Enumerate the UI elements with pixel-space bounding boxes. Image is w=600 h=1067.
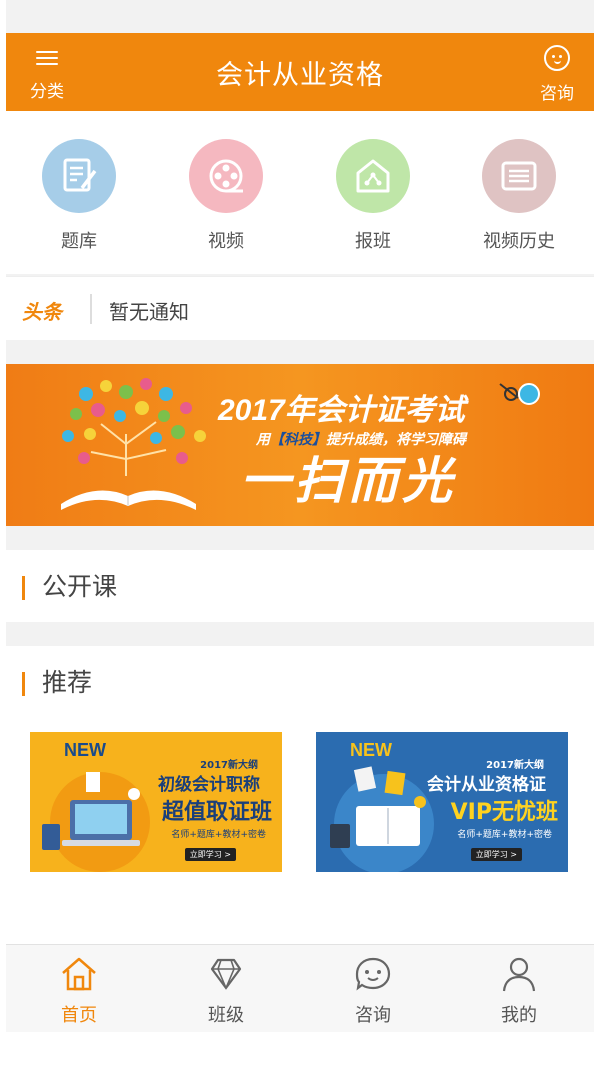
headline-text: 暂无通知 — [109, 300, 189, 324]
tab-label: 咨询 — [355, 1005, 391, 1026]
page-title: 会计从业资格 — [216, 60, 384, 91]
open-course-title[interactable]: 公开课 — [22, 572, 117, 602]
banner-subtitle-highlight: 【科技】 — [270, 431, 326, 448]
open-book-icon — [61, 490, 196, 510]
recommend-title: 推荐 — [22, 668, 92, 698]
tab-mine[interactable]: 我的 — [464, 955, 574, 1027]
recommend-section: 推荐 NEW 2017新大纲 初级会计职称 超值取证班 名师+题库+教材+密卷 … — [6, 646, 594, 944]
new-badge: NEW — [64, 740, 106, 760]
tab-label: 我的 — [501, 1005, 537, 1026]
quick-nav-label: 题库 — [61, 231, 97, 252]
compass-pen-icon — [499, 383, 540, 405]
consult-button[interactable]: 咨询 — [530, 43, 584, 104]
consult-label: 咨询 — [540, 84, 574, 104]
tab-home[interactable]: 首页 — [24, 955, 134, 1027]
banner-title: 2017年会计证考试 — [217, 394, 470, 427]
card-course-name: 初级会计职称 — [158, 775, 260, 795]
quick-nav-question-bank[interactable]: 题库 — [24, 139, 134, 253]
home-icon — [62, 957, 96, 991]
banner-artwork: 2017年会计证考试 用【科技】提升成绩，将学习障碍 一扫而光 — [61, 378, 540, 510]
card-features: 名师+题库+教材+密卷 — [171, 830, 266, 840]
recommend-card[interactable]: NEW 2017新大纲 会计从业资格证 VIP无忧班 名师+题库+教材+密卷 立… — [316, 732, 568, 872]
quick-nav-label: 视频历史 — [483, 231, 555, 252]
bottom-spacer — [6, 1032, 594, 1067]
card-year: 2017新大纲 — [200, 760, 258, 771]
banner-slogan: 一扫而光 — [240, 452, 457, 510]
quick-nav: 题库 视频 报班 视频历史 — [6, 111, 594, 274]
question-bank-icon — [42, 139, 116, 213]
headline-ticker[interactable]: 头条 暂无通知 — [6, 276, 594, 340]
tab-class[interactable]: 班级 — [171, 955, 281, 1027]
banner-subtitle: 用【科技】提升成绩，将学习障碍 — [255, 431, 468, 448]
card-course-name: 会计从业资格证 — [427, 775, 546, 795]
divider — [90, 294, 92, 324]
open-course-section: 公开课 — [6, 550, 594, 622]
history-list-icon — [482, 139, 556, 213]
bottom-tab-bar: 首页 班级 咨询 我的 — [6, 944, 594, 1032]
banner-subtitle-post: 提升成绩，将学习障碍 — [326, 431, 468, 448]
quick-nav-video[interactable]: 视频 — [171, 139, 281, 253]
card-features: 名师+题库+教材+密卷 — [457, 830, 552, 840]
card-year: 2017新大纲 — [486, 760, 544, 771]
card-class-name: VIP无忧班 — [450, 800, 558, 825]
quick-nav-video-history[interactable]: 视频历史 — [464, 139, 574, 253]
user-icon — [502, 957, 536, 992]
new-badge: NEW — [350, 740, 392, 760]
recommend-card[interactable]: NEW 2017新大纲 初级会计职称 超值取证班 名师+题库+教材+密卷 立即学… — [30, 732, 282, 872]
app-screen: 分类 会计从业资格 咨询 题库 视频 报班 视频历史 头条 暂无通知 2017年… — [6, 0, 594, 1067]
chat-face-icon — [355, 957, 391, 991]
quick-nav-label: 报班 — [355, 231, 391, 252]
house-enroll-icon — [336, 139, 410, 213]
tab-consult[interactable]: 咨询 — [318, 955, 428, 1027]
diamond-icon — [210, 958, 242, 991]
tab-label: 班级 — [208, 1005, 244, 1026]
headline-tag: 头条 — [22, 300, 62, 324]
smiley-chat-icon — [544, 45, 570, 71]
start-learning-button[interactable]: 立即学习 > — [184, 848, 236, 861]
promo-banner[interactable]: 2017年会计证考试 用【科技】提升成绩，将学习障碍 一扫而光 — [6, 364, 594, 526]
start-learning-button[interactable]: 立即学习 > — [470, 848, 522, 861]
card-class-name: 超值取证班 — [161, 800, 272, 825]
quick-nav-label: 视频 — [208, 231, 244, 252]
quick-nav-enroll[interactable]: 报班 — [318, 139, 428, 253]
knowledge-tree-icon — [62, 378, 206, 476]
film-reel-icon — [189, 139, 263, 213]
tab-label: 首页 — [61, 1005, 97, 1026]
top-app-bar: 分类 会计从业资格 咨询 — [6, 33, 594, 111]
